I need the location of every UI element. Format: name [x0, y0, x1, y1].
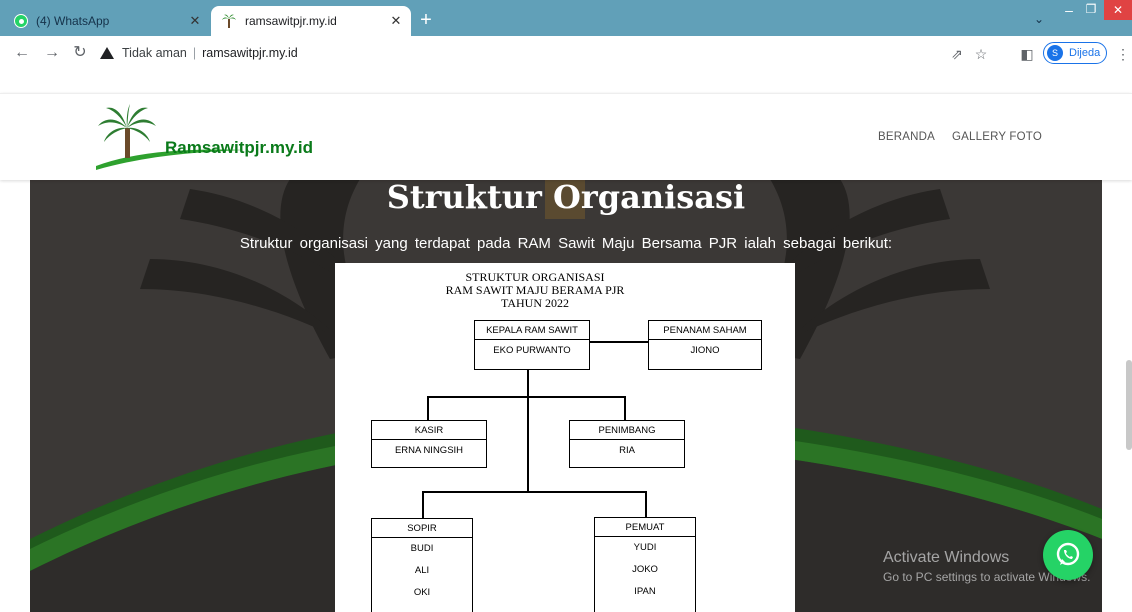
connector-line — [422, 491, 424, 518]
whatsapp-icon — [14, 14, 28, 28]
browser-toolbar: ← → ↻ Tidak aman | ramsawitpjr.my.id ⇗ ☆… — [0, 36, 1132, 70]
connector-line — [427, 396, 429, 420]
org-role: SOPIR — [372, 519, 472, 538]
profile-button[interactable]: S Dijeda — [1043, 42, 1107, 64]
connector-line — [422, 491, 646, 493]
site-brand[interactable]: Ramsawitpjr.my.id — [165, 138, 313, 158]
avatar: S — [1047, 45, 1063, 61]
tab-ramsawit[interactable]: ramsawitpjr.my.id ✕ — [211, 6, 411, 36]
org-box-penimbang: PENIMBANG RIA — [569, 420, 685, 468]
org-role: PENIMBANG — [570, 421, 684, 440]
whatsapp-icon — [1056, 542, 1080, 566]
org-role: KEPALA RAM SAWIT — [475, 321, 589, 340]
page-scrollbar[interactable] — [1126, 360, 1132, 450]
menu-beranda[interactable]: BERANDA — [878, 131, 935, 143]
bookmark-star-icon[interactable]: ☆ — [972, 45, 990, 63]
connector-line — [427, 396, 625, 398]
org-role: PEMUAT — [595, 518, 695, 537]
org-role: KASIR — [372, 421, 486, 440]
org-name: OKI — [413, 587, 431, 598]
connector-line — [624, 396, 626, 420]
tab-title: (4) WhatsApp — [36, 14, 110, 28]
org-name: JOKO — [632, 564, 658, 575]
page-title: Struktur Organisasi — [386, 179, 746, 216]
tab-title: ramsawitpjr.my.id — [245, 14, 337, 28]
connector-line — [527, 370, 529, 491]
org-name: BUDI — [410, 543, 434, 554]
tab-close-icon[interactable]: ✕ — [385, 13, 407, 29]
org-box-penanam-saham: PENANAM SAHAM JIONO — [648, 320, 762, 370]
connector-line — [589, 341, 649, 343]
org-chart-heading-line-3: TAHUN 2022 — [500, 296, 570, 310]
palm-favicon-icon — [221, 13, 237, 29]
forward-arrow-icon[interactable]: → — [42, 43, 62, 63]
back-arrow-icon[interactable]: ← — [12, 43, 32, 63]
kebab-menu-icon[interactable]: ⋮ — [1114, 45, 1132, 63]
minimize-button[interactable]: – — [1058, 2, 1080, 20]
browser-tab-bar: (4) WhatsApp ✕ ramsawitpjr.my.id ✕ + ⌄ –… — [0, 0, 1132, 36]
org-role: PENANAM SAHAM — [649, 321, 761, 340]
security-label: Tidak aman — [122, 46, 187, 60]
profile-label: Dijeda — [1069, 47, 1101, 59]
share-icon[interactable]: ⇗ — [948, 45, 966, 63]
org-name: YUDI — [633, 542, 657, 553]
org-name: RIA — [619, 445, 635, 456]
org-name: ALI — [414, 565, 430, 576]
org-box-kepala: KEPALA RAM SAWIT EKO PURWANTO — [474, 320, 590, 370]
close-window-button[interactable]: ✕ — [1104, 0, 1132, 20]
reload-icon[interactable]: ↻ — [70, 43, 90, 63]
tab-close-icon[interactable]: ✕ — [184, 13, 206, 29]
org-name: IPAN — [634, 586, 656, 597]
new-tab-button[interactable]: + — [414, 9, 438, 33]
activate-windows-title: Activate Windows — [883, 549, 1010, 566]
menu-gallery-foto[interactable]: GALLERY FOTO — [952, 131, 1042, 143]
side-panel-icon[interactable]: ◧ — [1018, 45, 1036, 63]
address-bar[interactable]: Tidak aman | ramsawitpjr.my.id — [100, 41, 1020, 65]
site-header: Ramsawitpjr.my.id BERANDA GALLERY FOTO — [0, 93, 1132, 180]
org-name: JIONO — [690, 345, 720, 356]
page-viewport: Ramsawitpjr.my.id BERANDA GALLERY FOTO S… — [0, 70, 1132, 612]
warning-icon — [100, 47, 114, 59]
tab-search-chevron-icon[interactable]: ⌄ — [1034, 12, 1044, 26]
org-box-pemuat: PEMUAT YUDI JOKO IPAN — [594, 517, 696, 612]
org-name: EKO PURWANTO — [493, 345, 571, 356]
maximize-button[interactable]: ❐ — [1080, 2, 1102, 20]
org-chart-image: STRUKTUR ORGANISASI RAM SAWIT MAJU BERAM… — [335, 263, 795, 612]
connector-line — [645, 491, 647, 517]
whatsapp-chat-button[interactable] — [1043, 530, 1093, 580]
tab-whatsapp[interactable]: (4) WhatsApp ✕ — [6, 6, 210, 36]
org-box-kasir: KASIR ERNA NINGSIH — [371, 420, 487, 468]
org-name: ERNA NINGSIH — [394, 445, 464, 456]
org-box-sopir: SOPIR BUDI ALI OKI — [371, 518, 473, 612]
url-text: ramsawitpjr.my.id — [202, 46, 298, 60]
address-separator: | — [192, 46, 197, 60]
hero-section: Struktur Organisasi Struktur organisasi … — [30, 179, 1102, 612]
page-intro-text: Struktur organisasi yang terdapat pada R… — [239, 235, 893, 252]
